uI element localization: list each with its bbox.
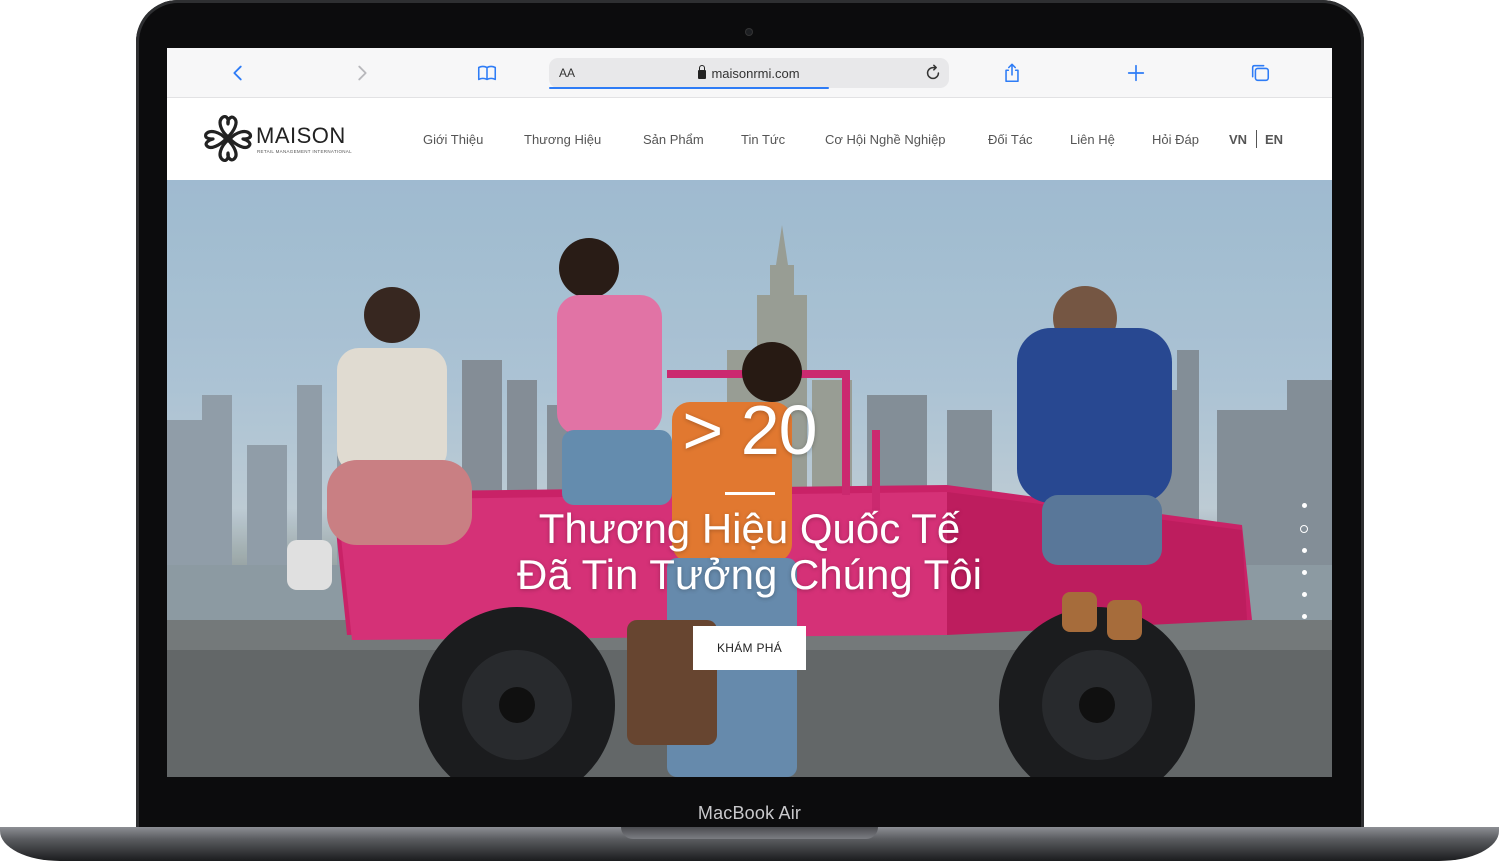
logo-wordmark: MAISON — [256, 123, 346, 148]
slider-dot[interactable] — [1301, 503, 1307, 508]
new-tab-icon[interactable] — [1123, 60, 1149, 86]
share-icon[interactable] — [999, 60, 1025, 86]
slider-dot[interactable] — [1301, 592, 1307, 597]
slider-dot[interactable] — [1300, 525, 1308, 533]
device-label: MacBook Air — [697, 803, 802, 823]
hero-banner: > 20 Thương Hiệu Quốc Tế Đã Tin Tưởng Ch… — [167, 180, 1332, 777]
nav-item-co-hoi-nghe-nghiep[interactable]: Cơ Hội Nghề Nghiệp — [825, 132, 946, 147]
lang-divider — [1256, 130, 1257, 148]
laptop-notch — [621, 827, 878, 839]
site-logo[interactable]: MAISON RETAIL MANAGEMENT INTERNATIONAL — [203, 113, 363, 165]
tabs-icon[interactable] — [1247, 60, 1273, 86]
browser-toolbar: AA maisonrmi.com — [167, 48, 1332, 98]
page-load-progress — [549, 87, 829, 89]
hero-heading-line2: Đã Tin Tưởng Chúng Tôi — [516, 551, 982, 598]
clover-logo-icon — [203, 114, 253, 163]
logo-tagline: RETAIL MANAGEMENT INTERNATIONAL — [257, 149, 352, 154]
hero-photo — [167, 180, 1332, 777]
slider-dot[interactable] — [1301, 548, 1307, 553]
hero-divider — [725, 492, 775, 495]
nav-item-doi-tac[interactable]: Đối Tác — [988, 132, 1033, 147]
nav-item-lien-he[interactable]: Liên Hệ — [1070, 132, 1115, 147]
lang-vn[interactable]: VN — [1229, 132, 1247, 147]
nav-item-san-pham[interactable]: Sản Phẩm — [643, 132, 704, 147]
explore-button[interactable]: KHÁM PHÁ — [693, 626, 806, 670]
slider-dot[interactable] — [1301, 570, 1307, 575]
nav-item-gioi-thieu[interactable]: Giới Thiệu — [423, 132, 483, 147]
nav-item-tin-tuc[interactable]: Tin Tức — [741, 132, 785, 147]
camera-icon — [745, 28, 753, 36]
hero-stat: > 20 — [682, 391, 817, 469]
browser-screen: AA maisonrmi.com MAISON RETAIL MANAGEMEN… — [167, 48, 1332, 777]
site-header: MAISON RETAIL MANAGEMENT INTERNATIONAL G… — [167, 98, 1332, 180]
address-bar[interactable]: AA maisonrmi.com — [549, 58, 949, 89]
bookmarks-icon[interactable] — [474, 60, 500, 86]
hero-heading-line1: Thương Hiệu Quốc Tế — [538, 505, 961, 552]
slider-pagination — [1300, 503, 1308, 636]
url-text: maisonrmi.com — [711, 66, 800, 81]
reload-icon[interactable] — [923, 63, 943, 83]
forward-icon[interactable] — [349, 60, 375, 86]
nav-item-hoi-dap[interactable]: Hỏi Đáp — [1152, 132, 1199, 147]
lang-en[interactable]: EN — [1265, 132, 1283, 147]
slider-dot[interactable] — [1301, 614, 1307, 619]
nav-item-thuong-hieu[interactable]: Thương Hiệu — [524, 132, 601, 147]
lock-icon — [698, 65, 707, 79]
back-icon[interactable] — [225, 60, 251, 86]
